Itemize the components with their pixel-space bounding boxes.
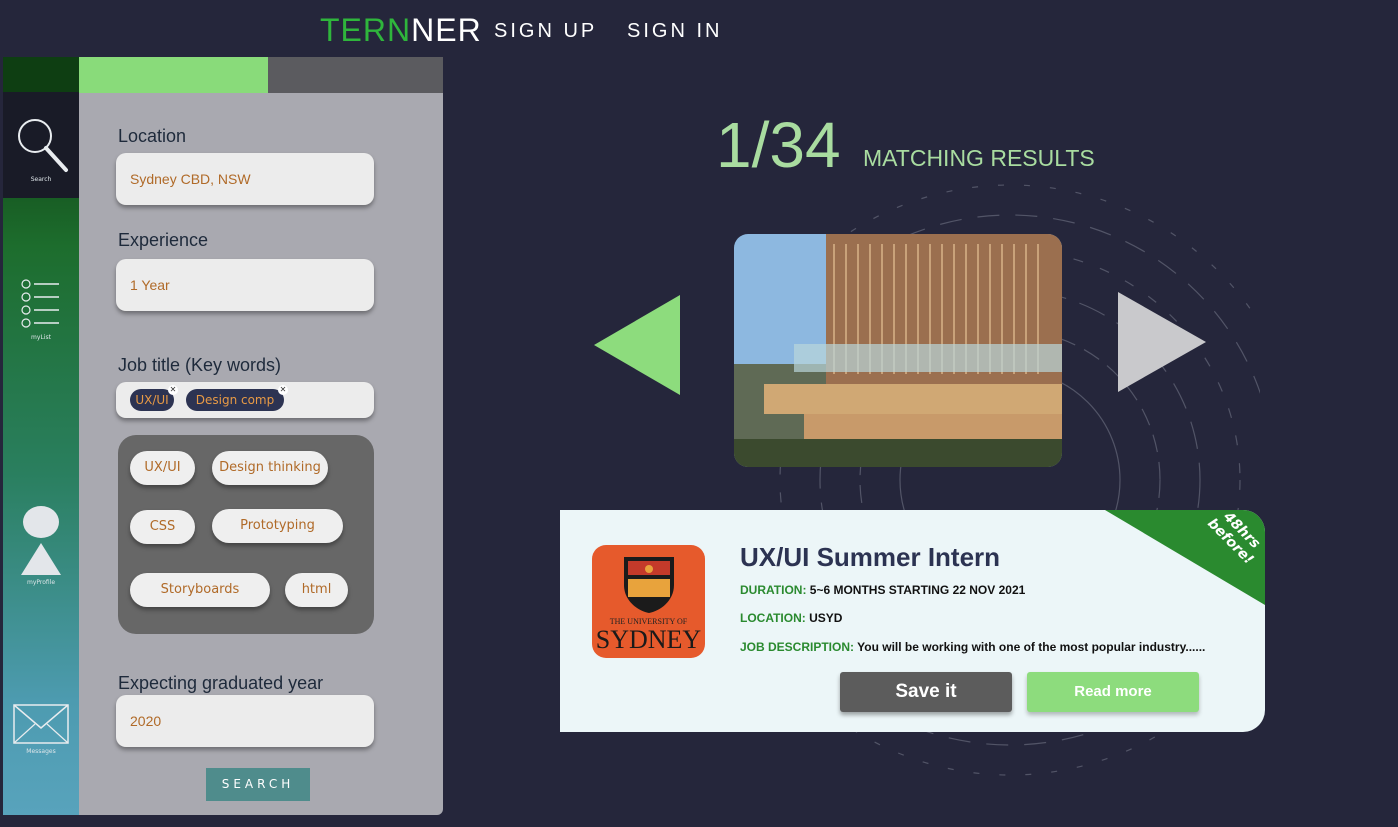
experience-label: Experience xyxy=(118,230,209,250)
result-counter: 1/34 xyxy=(716,109,841,181)
next-arrow-icon[interactable] xyxy=(1116,290,1208,394)
location-value: USYD xyxy=(809,611,843,625)
location-key: LOCATION: xyxy=(740,611,806,625)
university-logo-line2: SYDNEY xyxy=(595,625,702,654)
duration-key: DURATION: xyxy=(740,583,807,597)
description-value: You will be working with one of the most… xyxy=(857,640,1206,654)
envelope-icon xyxy=(13,704,69,744)
job-title: UX/UI Summer Intern xyxy=(740,542,1001,572)
selected-keyword-chip[interactable]: Design comp ✕ xyxy=(186,385,288,411)
location-label: Location xyxy=(118,126,187,146)
sidebar-item-mylist[interactable]: myList xyxy=(3,278,79,341)
suggested-keyword-chip[interactable]: UX/UI xyxy=(130,451,195,485)
remove-chip-icon[interactable]: ✕ xyxy=(278,385,288,395)
job-photo xyxy=(734,234,1062,467)
duration-value: 5~6 MONTHS STARTING 22 NOV 2021 xyxy=(809,583,1026,597)
location-field[interactable]: Sydney CBD, NSW xyxy=(116,153,374,205)
result-counter-label: MATCHING RESULTS xyxy=(863,145,1095,171)
chip-label: UX/UI xyxy=(135,393,169,407)
sign-up-link[interactable]: SIGN UP xyxy=(494,20,597,43)
university-logo: THE UNIVERSITY OF SYDNEY xyxy=(592,545,705,658)
search-icon xyxy=(18,119,68,172)
suggested-keyword-chip[interactable]: Storyboards xyxy=(130,573,270,607)
job-description: JOB DESCRIPTION: You will be working wit… xyxy=(740,640,1205,654)
chip-label: Design comp xyxy=(195,393,275,407)
shield-icon xyxy=(624,557,674,613)
read-more-button[interactable]: Read more xyxy=(1027,672,1199,712)
grad-year-field[interactable]: 2020 xyxy=(116,695,374,747)
previous-arrow-icon[interactable] xyxy=(592,293,684,397)
job-location: LOCATION: USYD xyxy=(740,611,842,625)
suggested-keyword-chip[interactable]: CSS xyxy=(130,510,195,544)
sidebar-item-label: myList xyxy=(31,334,51,341)
sidebar-item-label: Messages xyxy=(26,748,56,755)
job-duration: DURATION: 5~6 MONTHS STARTING 22 NOV 202… xyxy=(740,583,1025,597)
search-button[interactable]: SEARCH xyxy=(206,768,310,801)
sidebar-item-messages[interactable]: Messages xyxy=(3,702,79,755)
progress-bar-fill xyxy=(79,57,268,93)
description-key: JOB DESCRIPTION: xyxy=(740,640,855,654)
sidebar-item-myprofile[interactable]: myProfile xyxy=(3,505,79,586)
selected-keyword-chip[interactable]: UX/UI ✕ xyxy=(130,385,178,411)
sidebar-item-label: Search xyxy=(30,176,52,183)
sidebar-item-search[interactable]: Search xyxy=(3,112,79,183)
suggested-keyword-chip[interactable]: html xyxy=(285,573,348,607)
remove-chip-icon[interactable]: ✕ xyxy=(168,385,178,395)
experience-field[interactable]: 1 Year xyxy=(116,259,374,311)
logo-part-ner: NER xyxy=(411,12,482,48)
brand-logo[interactable]: TERNNER xyxy=(320,12,482,49)
suggested-keyword-chip[interactable]: Design thinking xyxy=(212,451,328,485)
logo-part-tern: TERN xyxy=(320,12,412,48)
sign-in-link[interactable]: SIGN IN xyxy=(627,20,722,43)
suggested-keyword-chip[interactable]: Prototyping xyxy=(212,509,343,543)
grad-year-label: Expecting graduated year xyxy=(118,673,324,693)
list-icon xyxy=(21,279,59,328)
job-title-label: Job title (Key words) xyxy=(118,355,282,375)
profile-icon xyxy=(21,506,61,575)
save-button[interactable]: Save it xyxy=(840,672,1012,712)
sidebar-item-label: myProfile xyxy=(26,579,56,586)
